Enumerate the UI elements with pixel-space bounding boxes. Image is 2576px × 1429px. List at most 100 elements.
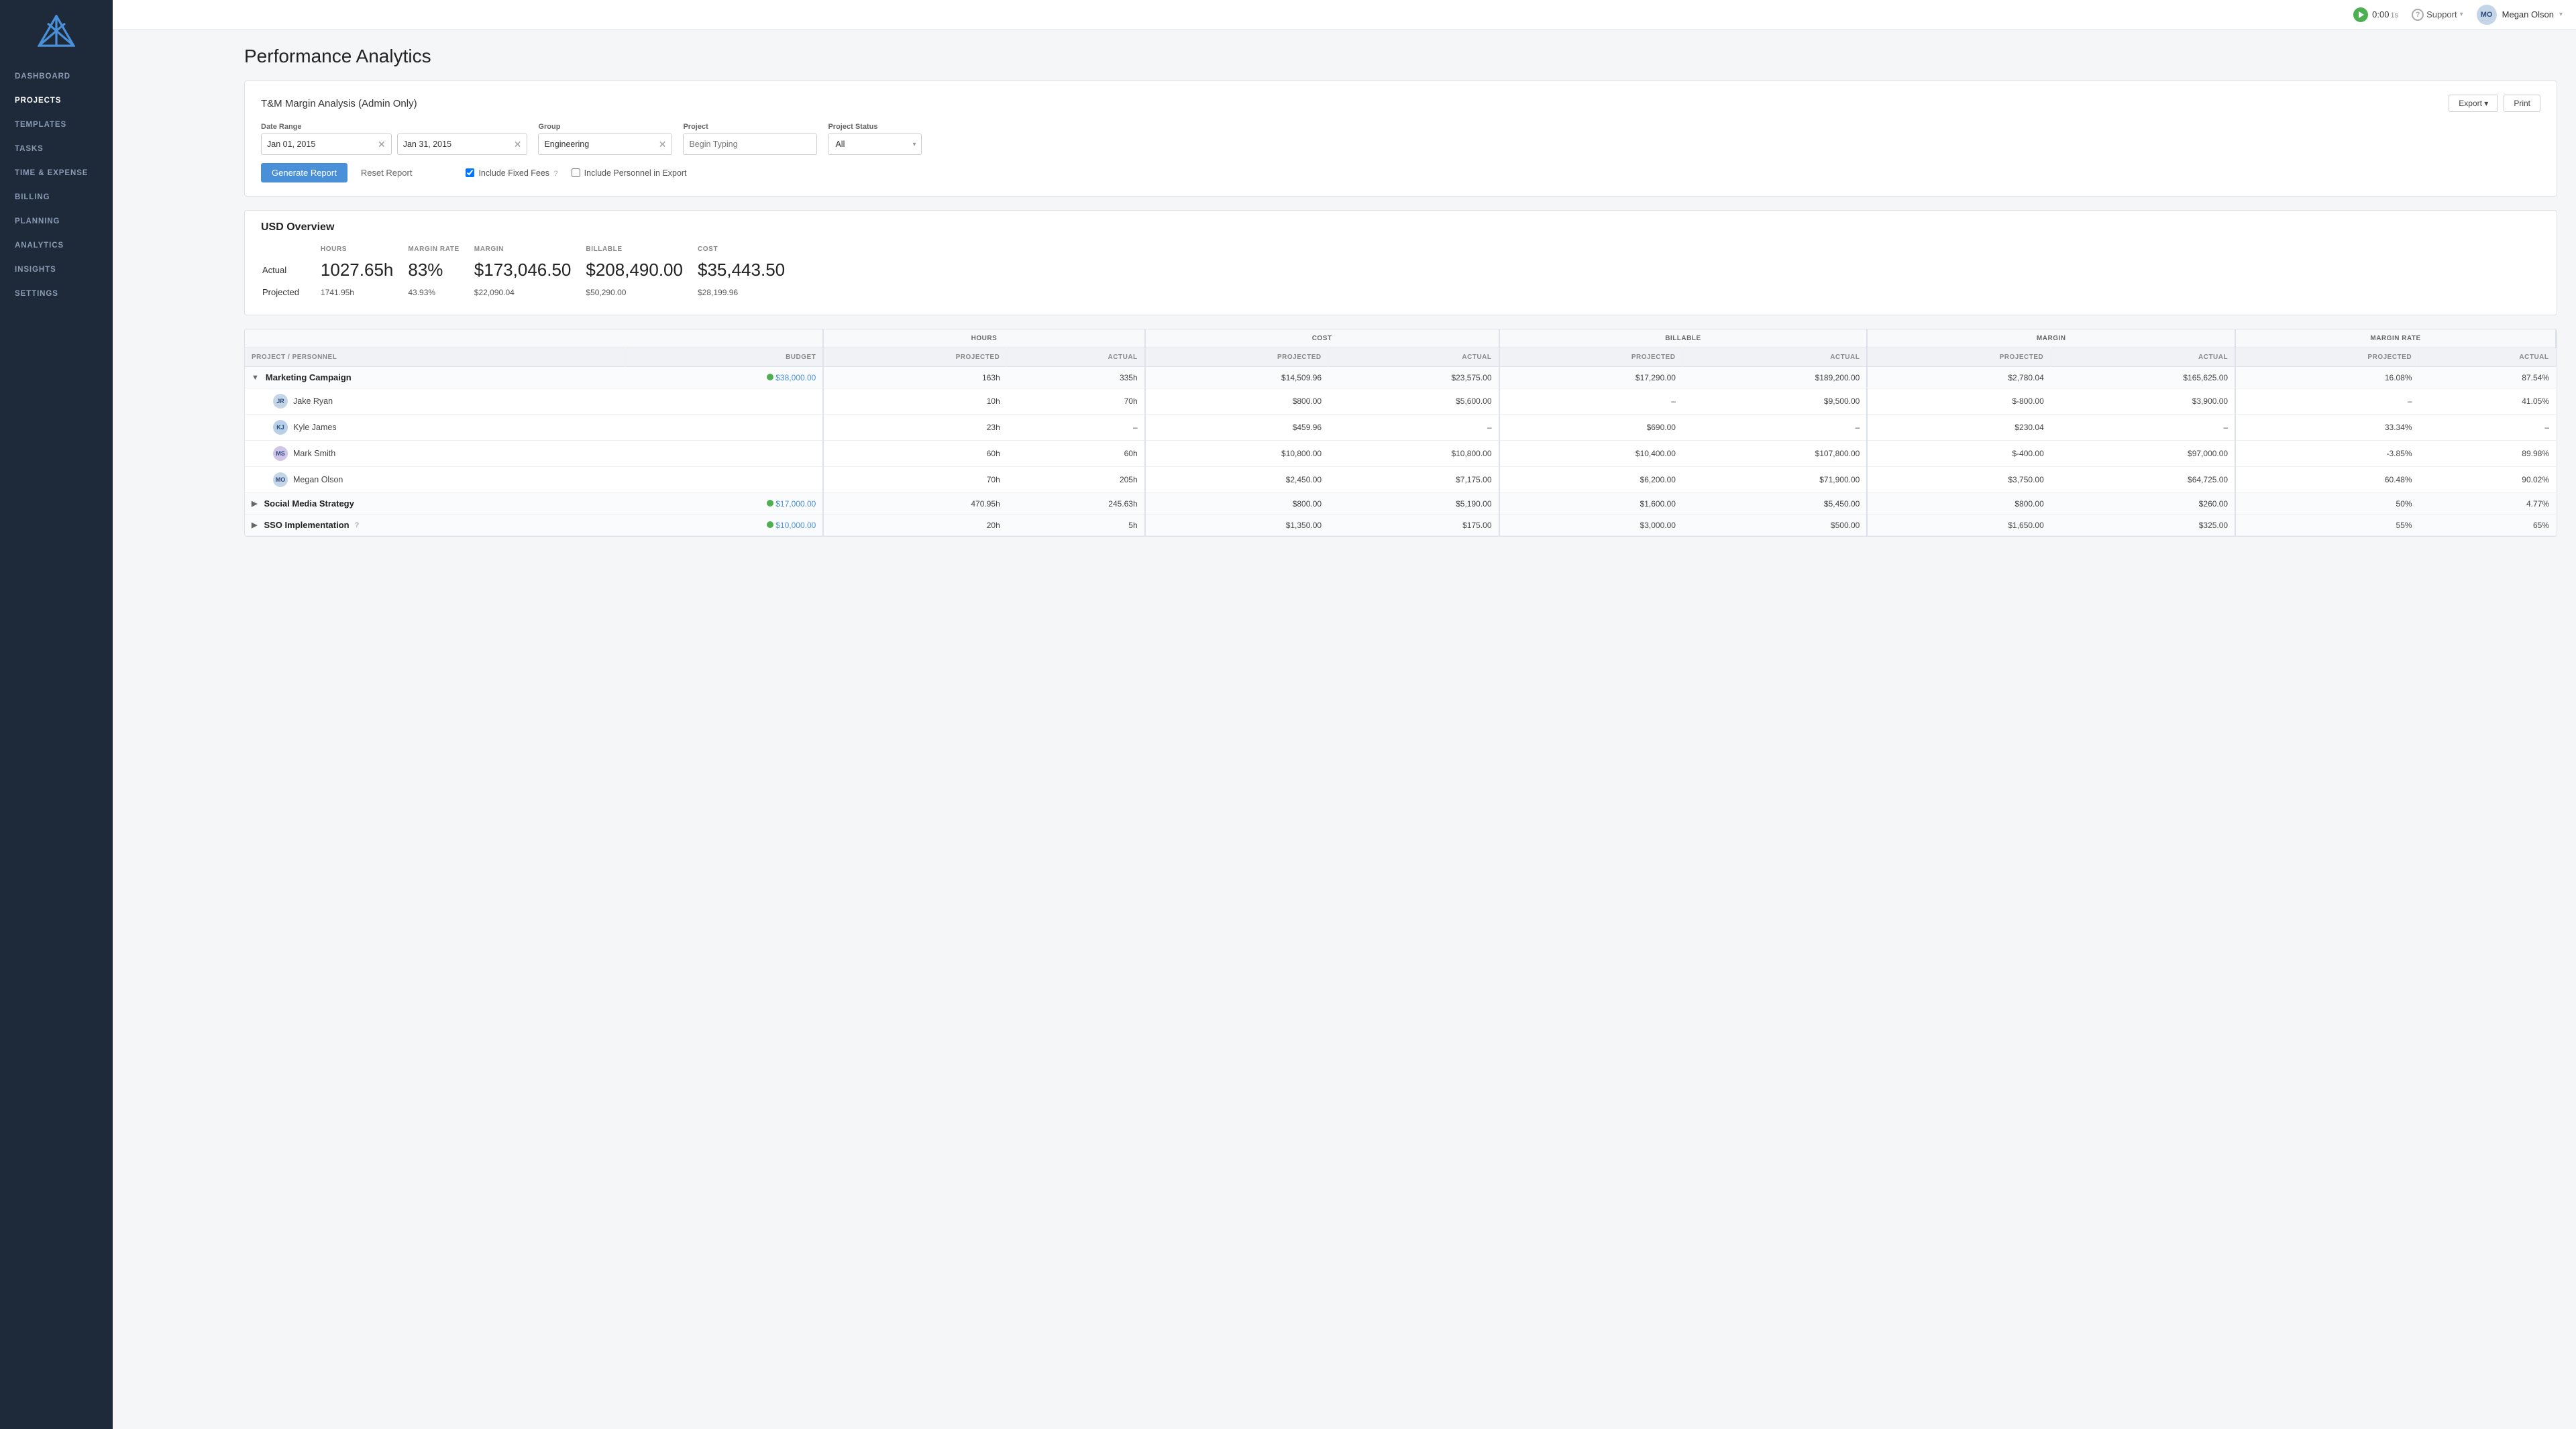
th-project-personnel xyxy=(245,329,823,348)
user-menu[interactable]: MO Megan Olson ▾ xyxy=(2477,5,2563,25)
person-hours-projected: 70h xyxy=(823,467,1006,493)
table-row: KJ Kyle James 23h – $459.96 – $690.00 – … xyxy=(245,415,2556,441)
group-input[interactable] xyxy=(544,140,658,149)
reset-report-button[interactable]: Reset Report xyxy=(361,168,413,178)
project-name-cell[interactable]: ▶ Social Media Strategy xyxy=(245,493,625,515)
sidebar-logo[interactable] xyxy=(0,0,113,59)
page-title: Performance Analytics xyxy=(244,46,2557,67)
sidebar-item-projects[interactable]: PROJECTS xyxy=(0,89,113,113)
include-fixed-fees-checkbox[interactable] xyxy=(466,168,474,177)
person-cost-projected: $800.00 xyxy=(1145,388,1328,415)
include-personnel-group: Include Personnel in Export xyxy=(572,168,687,178)
export-button[interactable]: Export ▾ xyxy=(2449,95,2498,112)
date-from-input-wrap[interactable]: ✕ xyxy=(261,134,392,155)
person-margin-rate-projected: 33.34% xyxy=(2235,415,2418,441)
date-to-clear-icon[interactable]: ✕ xyxy=(514,140,522,149)
support-menu[interactable]: ? Support ▾ xyxy=(2412,9,2463,21)
status-filter-group: Project Status All Active Archived ▾ xyxy=(828,123,922,155)
margin-projected: $1,650.00 xyxy=(1867,515,2050,536)
billable-actual: $189,200.00 xyxy=(1682,367,1867,388)
person-margin-rate-projected: 60.48% xyxy=(2235,467,2418,493)
person-billable-actual: $71,900.00 xyxy=(1682,467,1867,493)
project-budget[interactable]: $10,000.00 xyxy=(775,521,816,530)
billable-projected: $3,000.00 xyxy=(1499,515,1682,536)
person-hours-projected: 60h xyxy=(823,441,1006,467)
project-name-cell[interactable]: ▶ SSO Implementation ? xyxy=(245,515,625,536)
margin-rate-actual: 4.77% xyxy=(2419,493,2556,515)
person-name: Jake Ryan xyxy=(293,396,333,406)
timer-widget[interactable]: 0:001s xyxy=(2353,7,2398,22)
margin-rate-projected: 50% xyxy=(2235,493,2418,515)
overview-col-margin-rate: MARGIN RATE xyxy=(408,243,472,256)
fixed-fees-help-icon[interactable]: ? xyxy=(554,170,558,178)
expand-icon[interactable]: ▶ xyxy=(252,499,257,508)
group-input-wrap[interactable]: ✕ xyxy=(538,134,672,155)
include-personnel-checkbox[interactable] xyxy=(572,168,580,177)
person-billable-projected: $10,400.00 xyxy=(1499,441,1682,467)
sidebar-item-insights[interactable]: INSIGHTS xyxy=(0,258,113,282)
person-margin-actual: $64,725.00 xyxy=(2051,467,2235,493)
th-cost-projected: PROJECTED xyxy=(1145,348,1328,367)
report-actions: Export ▾ Print xyxy=(2449,95,2540,112)
project-input[interactable] xyxy=(689,140,811,149)
date-from-input[interactable] xyxy=(267,140,375,149)
person-margin-rate-actual: 89.98% xyxy=(2419,441,2556,467)
person-cost-actual: $7,175.00 xyxy=(1328,467,1499,493)
table-body: ▼ Marketing Campaign $38,000.00 163h 335… xyxy=(245,367,2556,536)
project-status-budget: $38,000.00 xyxy=(625,367,823,388)
status-label: Project Status xyxy=(828,123,922,131)
person-margin-projected: $230.04 xyxy=(1867,415,2050,441)
overview-table: HOURS MARGIN RATE MARGIN BILLABLE COST A… xyxy=(261,242,800,301)
billable-actual: $500.00 xyxy=(1682,515,1867,536)
overview-projected-billable: $50,290.00 xyxy=(586,284,696,300)
sidebar-item-planning[interactable]: PLANNING xyxy=(0,209,113,233)
person-cost-actual: $5,600.00 xyxy=(1328,388,1499,415)
person-hours-actual: 70h xyxy=(1007,388,1145,415)
expand-icon[interactable]: ▼ xyxy=(252,374,259,382)
topbar: 0:001s ? Support ▾ MO Megan Olson ▾ xyxy=(113,0,2576,30)
date-to-input-wrap[interactable]: ✕ xyxy=(397,134,528,155)
person-billable-projected: $6,200.00 xyxy=(1499,467,1682,493)
print-button[interactable]: Print xyxy=(2504,95,2540,112)
generate-report-button[interactable]: Generate Report xyxy=(261,163,347,182)
expand-icon[interactable]: ▶ xyxy=(252,521,257,529)
group-label: Group xyxy=(538,123,672,131)
sidebar-item-analytics[interactable]: ANALYTICS xyxy=(0,233,113,258)
date-from-clear-icon[interactable]: ✕ xyxy=(378,140,386,149)
sidebar-nav: DASHBOARD PROJECTS TEMPLATES TASKS TIME … xyxy=(0,59,113,1429)
project-input-wrap[interactable] xyxy=(683,134,817,155)
margin-rate-actual: 65% xyxy=(2419,515,2556,536)
play-button[interactable] xyxy=(2353,7,2368,22)
person-billable-actual: – xyxy=(1682,415,1867,441)
sidebar-item-billing[interactable]: BILLING xyxy=(0,185,113,209)
person-margin-projected: $-800.00 xyxy=(1867,388,2050,415)
status-select[interactable]: All Active Archived xyxy=(835,140,914,149)
sidebar-item-settings[interactable]: SETTINGS xyxy=(0,282,113,306)
project-budget[interactable]: $17,000.00 xyxy=(775,499,816,509)
status-select-wrap[interactable]: All Active Archived ▾ xyxy=(828,134,922,155)
overview-actual-hours: 1027.65h xyxy=(321,257,407,283)
overview-projected-cost: $28,199.96 xyxy=(698,284,798,300)
sidebar-item-tasks[interactable]: TASKS xyxy=(0,137,113,161)
person-cost-actual: $10,800.00 xyxy=(1328,441,1499,467)
project-name-cell[interactable]: ▼ Marketing Campaign xyxy=(245,367,625,388)
person-name-cell: KJ Kyle James xyxy=(245,415,625,441)
project-help-icon[interactable]: ? xyxy=(355,521,360,529)
th-group-margin-rate: MARGIN RATE xyxy=(2235,329,2556,348)
sidebar-item-time-expense[interactable]: TIME & EXPENSE xyxy=(0,161,113,185)
date-range-label: Date Range xyxy=(261,123,527,131)
project-label: Project xyxy=(683,123,817,131)
project-status-budget: $10,000.00 xyxy=(625,515,823,536)
include-fixed-fees-label: Include Fixed Fees ? xyxy=(478,168,557,178)
th-project: PROJECT / PERSONNEL xyxy=(245,348,625,367)
table-row[interactable]: ▶ SSO Implementation ? $10,000.00 20h 5h… xyxy=(245,515,2556,536)
sidebar-item-templates[interactable]: TEMPLATES xyxy=(0,113,113,137)
table-group-header-row: HOURS COST BILLABLE MARGIN MARGIN RATE xyxy=(245,329,2556,348)
sidebar-item-dashboard[interactable]: DASHBOARD xyxy=(0,64,113,89)
group-clear-icon[interactable]: ✕ xyxy=(659,139,667,150)
table-row[interactable]: ▼ Marketing Campaign $38,000.00 163h 335… xyxy=(245,367,2556,388)
table-row[interactable]: ▶ Social Media Strategy $17,000.00 470.9… xyxy=(245,493,2556,515)
date-to-input[interactable] xyxy=(403,140,511,149)
project-budget[interactable]: $38,000.00 xyxy=(775,373,816,382)
person-margin-projected: $3,750.00 xyxy=(1867,467,2050,493)
